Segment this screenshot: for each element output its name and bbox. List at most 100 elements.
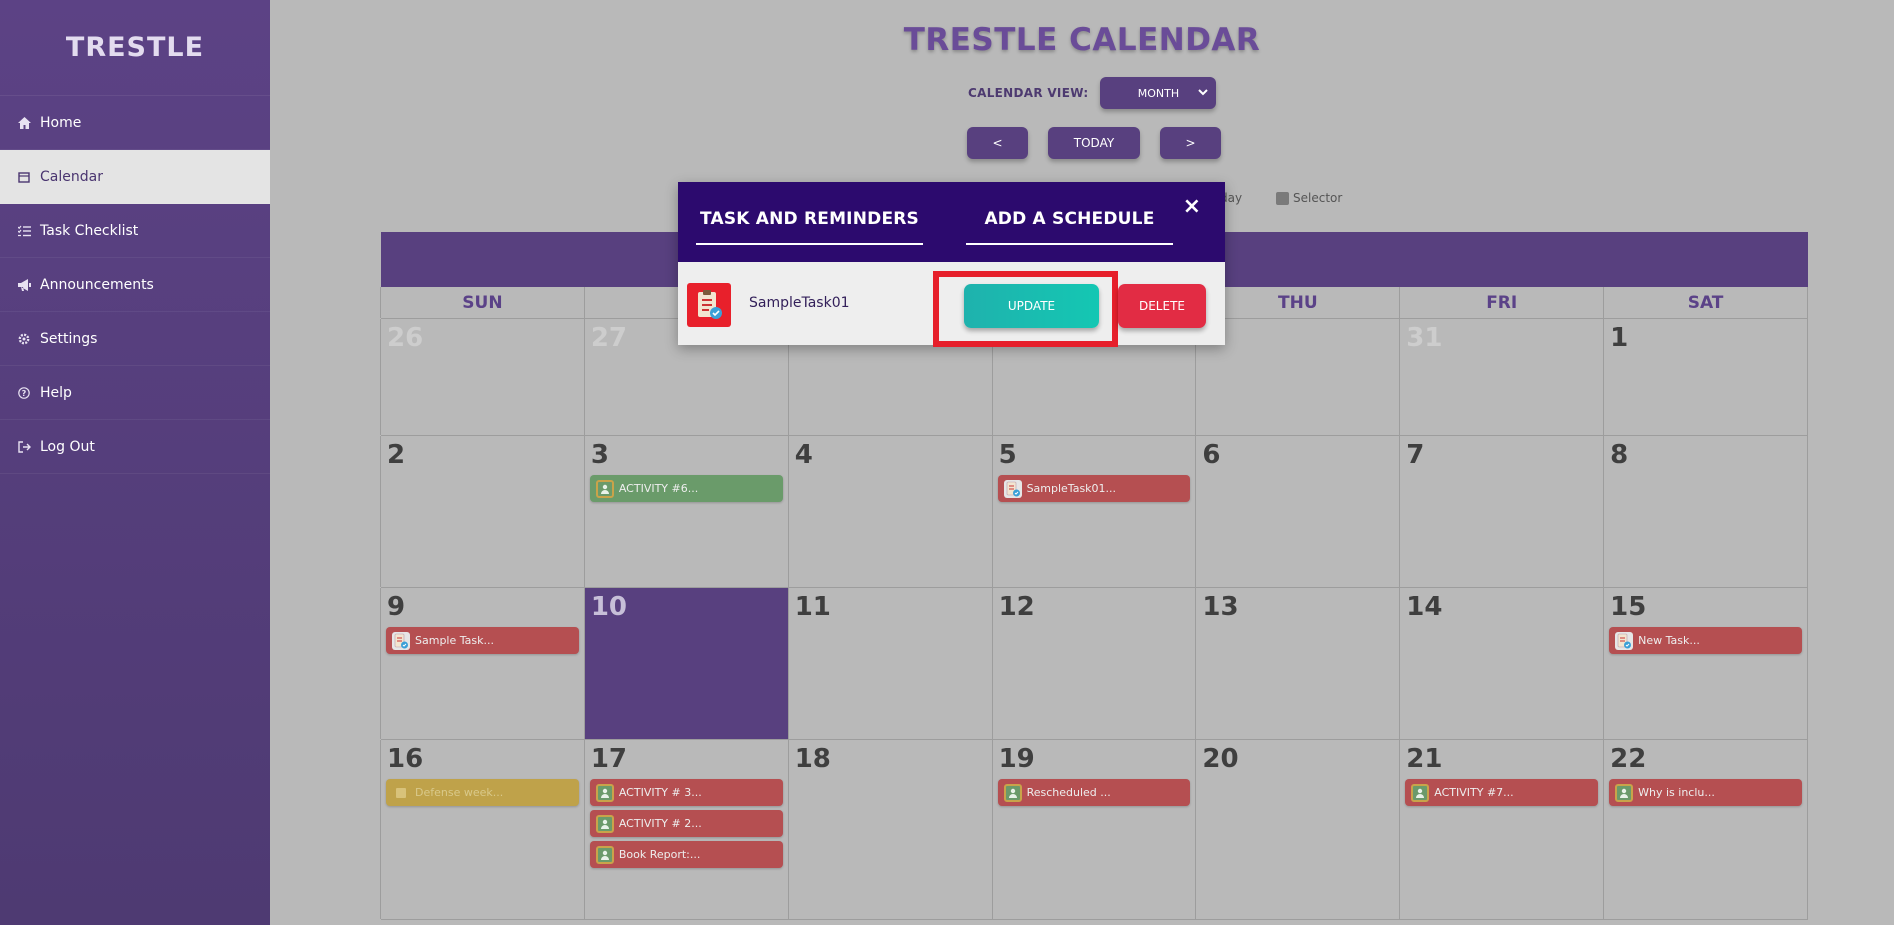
calendar-event[interactable]: ACTIVITY #6... (589, 475, 783, 502)
calendar-day[interactable]: 19 Rescheduled ... (991, 740, 1197, 919)
weekday-header: THU (1195, 287, 1401, 318)
task-clipboard-icon (687, 283, 731, 327)
day-number: 15 (1610, 592, 1647, 622)
next-button[interactable]: > (1160, 127, 1221, 159)
legend-selector-label: Selector (1293, 191, 1343, 205)
calendar-day[interactable]: 20 (1195, 740, 1401, 919)
classroom-icon (595, 479, 614, 498)
tab-task-and-reminders[interactable]: TASK AND REMINDERS (696, 209, 923, 245)
weekday-header: FRI (1399, 287, 1605, 318)
calendar-day[interactable]: 4 (787, 436, 993, 587)
day-number: 26 (387, 323, 424, 353)
calendar-day[interactable]: 16 Defense week... (380, 740, 585, 919)
calendar-day[interactable]: 12 (991, 588, 1197, 739)
calendar-event[interactable]: Why is inclu... (1609, 779, 1802, 806)
day-number: 20 (1202, 744, 1239, 774)
calendar-week-row: 9 Sample Task... 10 11 12 13 14 15 New Task... (380, 588, 1808, 740)
day-number: 19 (998, 744, 1035, 774)
calendar-day[interactable]: 31 (1399, 319, 1605, 435)
sidebar-item-calendar[interactable]: Calendar (0, 150, 270, 204)
calendar-day[interactable]: 21 ACTIVITY #7... (1399, 740, 1605, 919)
calendar-day[interactable]: 8 (1603, 436, 1808, 587)
sidebar-item-log-out[interactable]: Log Out (0, 420, 270, 474)
calendar-view-label: CALENDAR VIEW: (968, 86, 1089, 100)
day-number: 31 (1406, 323, 1443, 353)
sidebar-item-help[interactable]: ? Help (0, 366, 270, 420)
calendar-event[interactable]: Rescheduled ... (997, 779, 1191, 806)
calendar-day[interactable]: 2 (380, 436, 585, 587)
megaphone-icon (18, 278, 40, 291)
calendar-day[interactable] (1195, 319, 1401, 435)
event-label: ACTIVITY # 2... (618, 817, 702, 830)
legend-swatch (1276, 191, 1289, 205)
brand-logo[interactable]: TRESTLE (0, 0, 270, 96)
sidebar-item-settings[interactable]: Settings (0, 312, 270, 366)
event-label: ACTIVITY #7... (1434, 786, 1514, 799)
calendar-event[interactable]: New Task... (1609, 627, 1802, 654)
modal-header: TASK AND REMINDERS ADD A SCHEDULE × (678, 182, 1225, 262)
day-number: 7 (1406, 440, 1425, 470)
sidebar-item-label: Calendar (40, 168, 103, 185)
calendar-day[interactable]: 3 ACTIVITY #6... (583, 436, 789, 587)
calendar-day[interactable]: 26 (380, 319, 585, 435)
classroom-icon (595, 845, 614, 864)
calendar-event[interactable]: Book Report:... (589, 841, 783, 868)
event-list: ACTIVITY #6... (589, 475, 783, 502)
page-title: TRESTLE CALENDAR (903, 22, 1261, 58)
calendar-day[interactable]: 5 SampleTask01... (991, 436, 1197, 587)
event-label: Why is inclu... (1638, 786, 1715, 799)
day-number: 4 (794, 440, 813, 470)
calendar-view-select[interactable]: MONTH (1100, 77, 1217, 109)
calendar-day[interactable]: 1 (1603, 319, 1808, 435)
day-number: 18 (794, 744, 831, 774)
classroom-icon (1411, 783, 1430, 802)
calendar-day[interactable]: 11 (787, 588, 993, 739)
calendar-day[interactable]: 22 Why is inclu... (1603, 740, 1808, 919)
task-clipboard-icon (1003, 479, 1022, 498)
classroom-icon (1615, 783, 1634, 802)
announcement-icon (392, 784, 410, 802)
svg-text:?: ? (22, 389, 27, 398)
classroom-icon (595, 814, 614, 833)
today-button[interactable]: TODAY (1048, 127, 1140, 159)
home-icon (18, 116, 40, 129)
calendar-icon (18, 171, 40, 183)
day-number: 14 (1406, 592, 1443, 622)
event-list: Rescheduled ... (997, 779, 1191, 806)
calendar-day[interactable]: 17 ACTIVITY # 3... ACTIVITY # 2... Book Rep… (583, 740, 789, 919)
calendar-event[interactable]: Sample Task... (386, 627, 579, 654)
calendar-weeks: 26 2 7 31 1 2 3 ACTIVITY #6... 4 5 SampleTask01...… (380, 319, 1808, 920)
day-number: 17 (590, 744, 628, 774)
day-number: 13 (1202, 592, 1239, 622)
calendar-day[interactable]: 9 Sample Task... (380, 588, 585, 739)
calendar-day[interactable]: 7 (1399, 436, 1605, 587)
calendar-event[interactable]: ACTIVITY # 3... (589, 779, 783, 806)
calendar-day[interactable]: 14 (1399, 588, 1605, 739)
sidebar-item-home[interactable]: Home (0, 96, 270, 150)
event-list: Why is inclu... (1609, 779, 1802, 806)
calendar-day[interactable]: 13 (1195, 588, 1401, 739)
event-label: Sample Task... (415, 634, 494, 647)
calendar-day[interactable]: 18 (787, 740, 993, 919)
sidebar-item-label: Home (40, 114, 82, 131)
calendar-day[interactable]: 6 (1195, 436, 1401, 587)
tab-add-a-schedule[interactable]: ADD A SCHEDULE (966, 209, 1173, 245)
calendar-event[interactable]: ACTIVITY # 2... (589, 810, 783, 837)
update-button[interactable]: UPDATE (964, 284, 1099, 328)
calendar-day-today[interactable]: 10 (583, 588, 789, 739)
calendar-event[interactable]: Defense week... (386, 779, 579, 806)
event-list: New Task... (1609, 627, 1802, 654)
sidebar-item-announcements[interactable]: Announcements (0, 258, 270, 312)
calendar-event[interactable]: SampleTask01... (997, 475, 1191, 502)
event-list: Defense week... (386, 779, 579, 806)
prev-button[interactable]: < (967, 127, 1028, 159)
calendar-event[interactable]: ACTIVITY #7... (1405, 779, 1599, 806)
close-icon[interactable]: × (1183, 194, 1201, 219)
sidebar-item-task-checklist[interactable]: Task Checklist (0, 204, 270, 258)
day-number: 2 (387, 440, 406, 470)
delete-button[interactable]: DELETE (1118, 284, 1206, 328)
task-modal: TASK AND REMINDERS ADD A SCHEDULE × Samp… (678, 182, 1225, 347)
calendar-day[interactable]: 15 New Task... (1603, 588, 1808, 739)
event-label: ACTIVITY # 3... (618, 786, 702, 799)
task-clipboard-icon (392, 631, 410, 650)
